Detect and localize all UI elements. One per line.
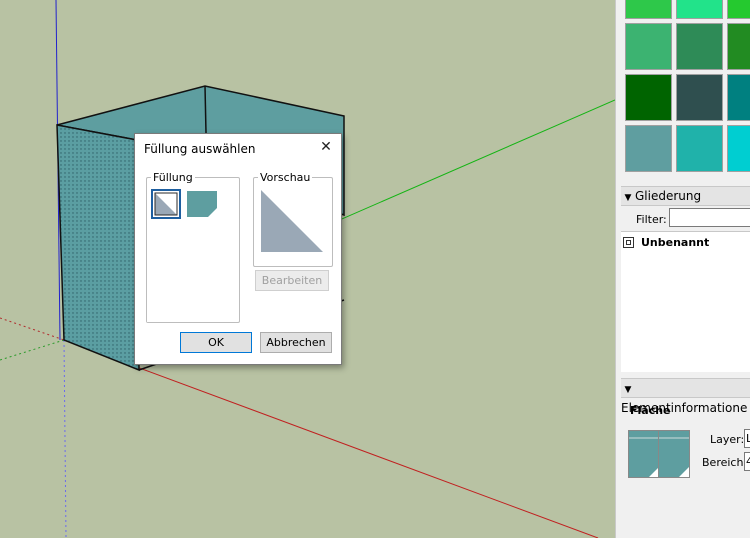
preview-triangle <box>261 190 323 252</box>
red-axis <box>63 339 599 538</box>
entity-info-header[interactable]: ▼Elementinformatione <box>621 378 750 415</box>
area-label: Bereich: <box>702 456 748 469</box>
material-swatch[interactable] <box>676 74 723 121</box>
material-swatch[interactable] <box>727 74 750 121</box>
fill-dialog: Füllung auswählen ✕ Füllung Vorschau Bea… <box>134 133 342 365</box>
corner-marker-icon <box>208 208 217 217</box>
fill-option-gradient[interactable] <box>151 189 181 219</box>
material-swatch[interactable] <box>727 23 750 70</box>
dialog-title: Füllung auswählen <box>144 142 256 156</box>
back-material-swatch[interactable] <box>658 430 690 478</box>
layer-dropdown[interactable]: L <box>744 429 750 448</box>
material-swatch[interactable] <box>625 23 672 70</box>
material-swatch[interactable] <box>625 125 672 172</box>
close-icon[interactable]: ✕ <box>317 138 335 156</box>
material-swatch[interactable] <box>625 74 672 121</box>
outliner-root-item[interactable]: Unbenannt <box>641 236 709 249</box>
preview-area <box>259 188 325 254</box>
layer-label: Layer: <box>710 433 745 446</box>
fill-group-label: Füllung <box>153 171 193 184</box>
material-swatch[interactable] <box>676 0 723 19</box>
preview-group-label: Vorschau <box>260 171 311 184</box>
green-axis-dashed <box>0 339 65 361</box>
edit-button[interactable]: Bearbeiten <box>255 270 329 291</box>
material-swatch[interactable] <box>676 23 723 70</box>
outliner-tree: Unbenannt <box>621 231 750 372</box>
front-material-swatch[interactable] <box>628 430 660 478</box>
fill-option-teal[interactable] <box>187 191 217 217</box>
filter-label: Filter: <box>636 213 667 226</box>
red-axis-dashed <box>0 317 65 341</box>
blue-axis-dashed <box>63 339 67 538</box>
fill-group: Füllung <box>146 171 240 323</box>
selected-face <box>56 124 140 372</box>
default-tray: ▼ Gliederung Filter: Unbenannt ▼Elementin… <box>615 0 750 538</box>
collapse-triangle-icon: ▼ <box>624 385 632 395</box>
diagonal-fill-icon <box>154 192 178 216</box>
cancel-button[interactable]: Abbrechen <box>260 332 332 353</box>
material-swatch[interactable] <box>676 125 723 172</box>
collapse-triangle-icon: ▼ <box>624 193 632 203</box>
material-swatch[interactable] <box>727 0 750 19</box>
outliner-title: Gliederung <box>635 189 702 203</box>
preview-group: Vorschau <box>253 171 333 267</box>
outliner-header[interactable]: ▼ Gliederung <box>621 186 750 206</box>
material-swatch[interactable] <box>727 125 750 172</box>
model-icon <box>623 237 634 248</box>
material-swatch[interactable] <box>625 0 672 19</box>
filter-input[interactable] <box>669 208 750 227</box>
area-field: 4 <box>744 452 750 471</box>
ok-button[interactable]: OK <box>180 332 252 353</box>
corner-marker-icon <box>659 437 689 477</box>
entity-type-label: Fläche <box>630 404 671 417</box>
corner-marker-icon <box>629 437 659 477</box>
